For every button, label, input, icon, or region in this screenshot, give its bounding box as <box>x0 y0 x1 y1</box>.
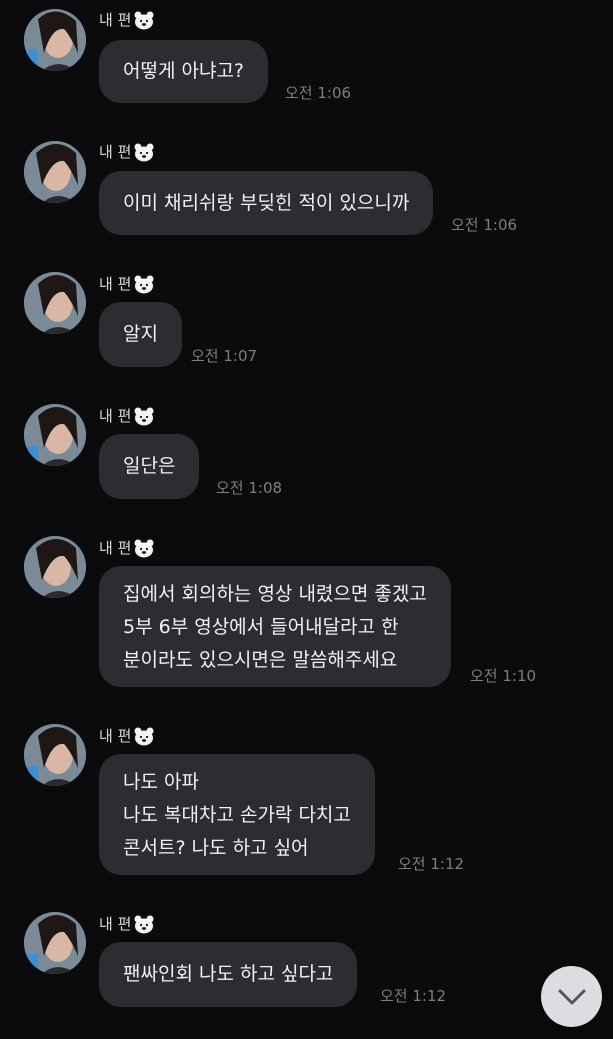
message-time: 오전 1:10 <box>470 667 537 685</box>
message-bubble[interactable]: 일단은 <box>99 434 200 499</box>
message-time: 오전 1:06 <box>451 216 518 234</box>
message-time: 오전 1:08 <box>216 479 283 497</box>
message-bubble[interactable]: 어떻게 아냐고? <box>99 40 269 103</box>
sender-name: 내 편 <box>99 725 155 747</box>
sender-label: 내 편 <box>99 275 132 293</box>
message-time: 오전 1:06 <box>285 84 352 102</box>
sender-name: 내 편 <box>99 913 155 935</box>
polar-bear-icon <box>133 406 155 426</box>
avatar[interactable] <box>24 141 86 203</box>
avatar[interactable] <box>24 272 86 334</box>
sender-name: 내 편 <box>99 9 155 31</box>
polar-bear-icon <box>133 538 155 558</box>
message-text: 분이라도 있으시면은 말씀해주세요 <box>123 649 398 671</box>
message-text: 알지 <box>123 323 158 345</box>
polar-bear-icon <box>133 274 155 294</box>
message-time: 오전 1:12 <box>398 855 465 873</box>
avatar[interactable] <box>24 404 86 466</box>
avatar[interactable] <box>24 724 86 786</box>
message-time: 오전 1:12 <box>380 987 447 1005</box>
message-time: 오전 1:07 <box>191 347 258 365</box>
message-bubble[interactable]: 나도 아파 나도 복대차고 손가락 다치고 콘서트? 나도 하고 싶어 <box>99 754 375 875</box>
message-text: 일단은 <box>123 455 176 477</box>
scroll-to-bottom-button[interactable] <box>541 966 602 1027</box>
sender-label: 내 편 <box>99 915 132 933</box>
avatar[interactable] <box>24 912 86 974</box>
polar-bear-icon <box>133 142 155 162</box>
message-text: 5부 6부 영상에서 들어내달라고 한 <box>123 616 399 638</box>
avatar[interactable] <box>24 9 86 71</box>
sender-name: 내 편 <box>99 273 155 295</box>
sender-label: 내 편 <box>99 11 132 29</box>
sender-name: 내 편 <box>99 405 155 427</box>
sender-label: 내 편 <box>99 539 132 557</box>
sender-label: 내 편 <box>99 407 132 425</box>
message-bubble[interactable]: 알지 <box>99 302 182 367</box>
sender-label: 내 편 <box>99 727 132 745</box>
sender-name: 내 편 <box>99 537 155 559</box>
message-text: 어떻게 아냐고? <box>123 60 245 82</box>
chat-message-list[interactable]: 내 편 어떻게 아냐고? 오전 1:06 내 편 이미 채리쉬랑 부딪힌 적이 … <box>0 0 613 1039</box>
message-text: 집에서 회의하는 영상 내렸으면 좋겠고 <box>123 583 427 605</box>
message-text: 나도 복대차고 손가락 다치고 <box>123 804 351 826</box>
message-text: 나도 아파 <box>123 771 199 793</box>
message-bubble[interactable]: 이미 채리쉬랑 부딪힌 적이 있으니까 <box>99 171 434 235</box>
polar-bear-icon <box>133 914 155 934</box>
message-bubble[interactable]: 팬싸인회 나도 하고 싶다고 <box>99 942 358 1007</box>
polar-bear-icon <box>133 726 155 746</box>
sender-name: 내 편 <box>99 141 155 163</box>
avatar[interactable] <box>24 536 86 598</box>
polar-bear-icon <box>133 10 155 30</box>
message-text: 팬싸인회 나도 하고 싶다고 <box>123 963 334 985</box>
message-text: 콘서트? 나도 하고 싶어 <box>123 837 309 859</box>
message-text: 이미 채리쉬랑 부딪힌 적이 있으니까 <box>123 192 410 214</box>
sender-label: 내 편 <box>99 143 132 161</box>
message-bubble[interactable]: 집에서 회의하는 영상 내렸으면 좋겠고 5부 6부 영상에서 들어내달라고 한… <box>99 566 451 687</box>
chevron-down-icon <box>558 989 585 1004</box>
